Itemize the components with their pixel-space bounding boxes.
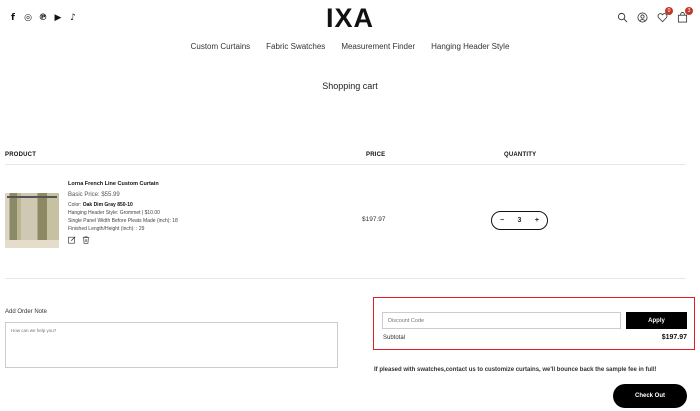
nav-custom-curtains[interactable]: Custom Curtains: [191, 42, 251, 51]
item-price: $197.97: [362, 216, 386, 223]
product-image[interactable]: [5, 193, 59, 248]
nav-hanging-header-style[interactable]: Hanging Header Style: [431, 42, 509, 51]
cart-icon[interactable]: 3: [676, 7, 693, 23]
apply-button[interactable]: Apply: [626, 312, 687, 329]
wishlist-count-badge: 0: [665, 7, 673, 15]
page-title: Shopping cart: [322, 81, 378, 91]
header-style: Hanging Header Style: Grommet | $10.00: [68, 210, 160, 216]
column-header-quantity: QUANTITY: [504, 152, 537, 158]
order-note-field[interactable]: [5, 322, 338, 368]
promo-text: If pleased with swatches,contact us to c…: [374, 367, 657, 373]
product-color: Color: Oak Dim Gray 850-10: [68, 202, 133, 208]
order-note-label: Add Order Note: [5, 309, 48, 315]
edit-icon[interactable]: [68, 236, 76, 244]
cart-count-badge: 3: [685, 7, 693, 15]
nav-measurement-finder[interactable]: Measurement Finder: [341, 42, 415, 51]
column-header-price: PRICE: [366, 152, 386, 158]
quantity-stepper: − 3 +: [491, 211, 548, 230]
column-header-product: PRODUCT: [5, 152, 37, 158]
decrease-quantity-button[interactable]: −: [500, 217, 504, 224]
product-details: Lorna French Line Custom Curtain Basic P…: [68, 180, 178, 244]
subtotal-value: $197.97: [661, 334, 687, 341]
brand-logo[interactable]: IXA: [0, 3, 700, 34]
wishlist-icon[interactable]: 0: [656, 7, 673, 23]
divider: [5, 164, 686, 165]
checkout-button[interactable]: Check Out: [613, 384, 687, 408]
account-icon[interactable]: [636, 11, 648, 23]
divider: [5, 278, 686, 279]
quantity-value[interactable]: 3: [518, 217, 522, 224]
nav-fabric-swatches[interactable]: Fabric Swatches: [266, 42, 325, 51]
finished-length: Finished Length/Height (inch): : 29: [68, 226, 145, 232]
search-icon[interactable]: [616, 11, 628, 23]
increase-quantity-button[interactable]: +: [535, 217, 539, 224]
panel-width: Single Panel Width Before Pleats Made (i…: [68, 218, 178, 224]
delete-icon[interactable]: [82, 236, 90, 244]
basic-price: Basic Price: $55.99: [68, 192, 120, 198]
header-actions: 0 3: [616, 7, 693, 23]
product-name[interactable]: Lorna French Line Custom Curtain: [68, 180, 178, 188]
subtotal-label: Subtotal: [383, 335, 406, 341]
main-nav: Custom Curtains Fabric Swatches Measurem…: [0, 42, 700, 51]
discount-code-input[interactable]: [382, 312, 621, 329]
